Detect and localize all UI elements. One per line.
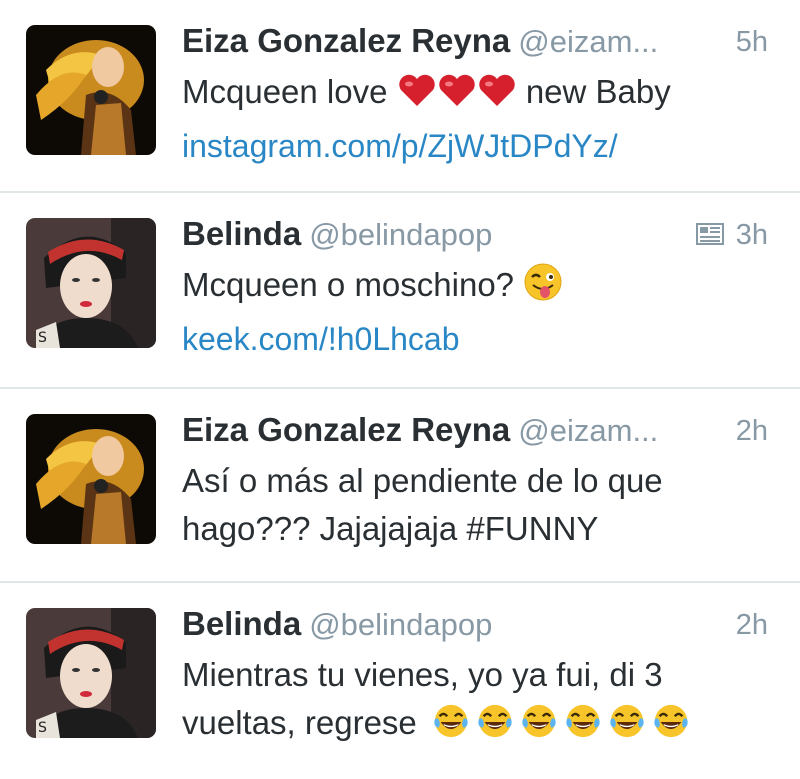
tweet-text: Mientras tu vienes, yo ya fui, di 3 vuel… [182,651,768,753]
heart-icon [477,71,517,122]
tweet-text-line: Mientras tu vienes, yo ya fui, di 3 [182,656,663,693]
author-name[interactable]: Belinda [182,605,301,642]
tweet-text-line: Así o más al pendiente de lo que [182,462,663,499]
tears-of-joy-emoji-group [426,704,690,741]
tears-of-joy-face-icon [564,702,602,753]
concert-photo-avatar [26,25,156,155]
tweet-item[interactable]: S Belinda @belindapop 2h Mientras tu vien… [0,583,800,779]
tweet-text-end: vueltas, regrese [182,704,417,741]
author-name[interactable]: Eiza Gonzalez Reyna [182,22,510,59]
tears-of-joy-face-icon [652,702,690,753]
tweet-text-start: Mcqueen love [182,73,388,110]
winking-tongue-face-icon [523,262,563,315]
avatar[interactable] [26,414,156,544]
author-name[interactable]: Eiza Gonzalez Reyna [182,411,510,448]
tears-of-joy-face-icon [608,702,646,753]
tweet-text-end: new Baby [525,73,671,110]
tweet-text-line: vueltas, regrese [182,699,768,753]
tweet-item[interactable]: Eiza Gonzalez Reyna @eizam... 5h Mcqueen … [0,0,800,193]
concert-photo-avatar [26,414,156,544]
tweet-timeline: Eiza Gonzalez Reyna @eizam... 5h Mcqueen … [0,0,800,779]
tweet-item[interactable]: Eiza Gonzalez Reyna @eizam... 2h Así o má… [0,389,800,583]
avatar[interactable]: S [26,218,156,348]
tweet-text: Mcqueen love new Baby [182,68,768,122]
tears-of-joy-face-icon [520,702,558,753]
timestamp[interactable]: 3h [736,219,768,252]
tweet-link[interactable]: instagram.com/p/ZjWJtDPdYz/ [182,128,768,165]
author-name[interactable]: Belinda [182,215,301,252]
timestamp[interactable]: 5h [736,26,768,59]
author-handle[interactable]: @belindapop [309,217,492,252]
author-handle[interactable]: @eizam... [518,413,658,448]
tweet-text-line: hago??? Jajajajaja #FUNNY [182,510,599,547]
author-handle[interactable]: @belindapop [309,607,492,642]
portrait-avatar: S [26,218,156,348]
timestamp[interactable]: 2h [736,415,768,448]
timestamp[interactable]: 2h [736,609,768,642]
media-summary-icon [696,223,724,245]
tweet-link[interactable]: keek.com/!h0Lhcab [182,321,768,358]
tweet-text-start: Mcqueen o moschino? [182,266,515,303]
portrait-avatar: S [26,608,156,738]
tears-of-joy-face-icon [432,702,470,753]
svg-text:S: S [38,720,47,736]
avatar[interactable]: S [26,608,156,738]
tears-of-joy-face-icon [476,702,514,753]
heart-icon [437,71,477,122]
tweet-item[interactable]: S Belinda @belindapop 3h Mcqueen o moschi… [0,193,800,389]
tweet-text: Mcqueen o moschino? [182,261,768,315]
author-handle[interactable]: @eizam... [518,24,658,59]
avatar[interactable] [26,25,156,155]
tweet-text: Así o más al pendiente de lo que hago???… [182,457,768,553]
heart-icon [397,71,437,122]
svg-text:S: S [38,330,47,346]
